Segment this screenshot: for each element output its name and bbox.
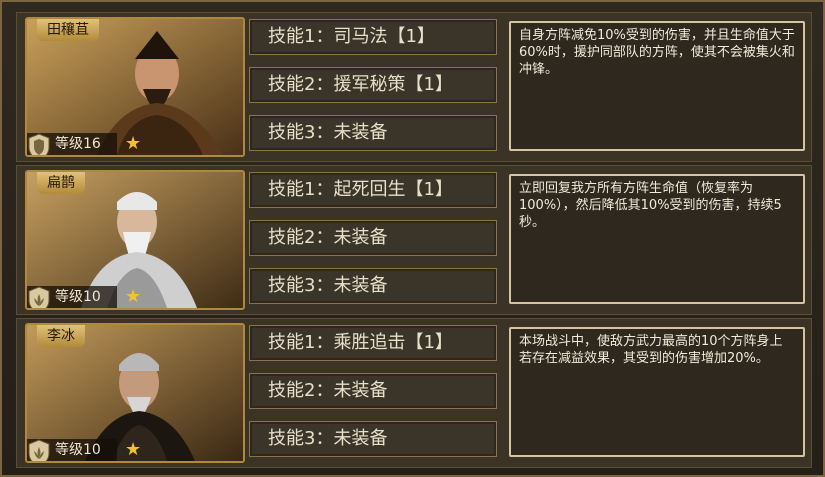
- hero-level-text: 等级10: [55, 289, 101, 305]
- hero-portrait-3[interactable]: 李冰 等级10 ★: [25, 323, 245, 463]
- hero-name: 李冰: [37, 325, 85, 347]
- lotus-emblem-icon: [28, 286, 50, 308]
- skill-description: 立即回复我方所有方阵生命值（恢复率为100%），然后降低其10%受到的伤害，持续…: [509, 174, 805, 304]
- hero-row-2[interactable]: 扁鹊 等级10 ★ 技能1：起死回生【1】 技能2：未装备 技能3：未装备 立即…: [16, 165, 812, 315]
- skill-slot-3[interactable]: 技能3：未装备: [249, 115, 497, 151]
- skill-description: 自身方阵减免10%受到的伤害，并且生命值大于60%时，援护同部队的方阵，使其不会…: [509, 21, 805, 151]
- skill-slot-3[interactable]: 技能3：未装备: [249, 421, 497, 457]
- star-icon: ★: [125, 439, 142, 460]
- hero-name: 田穰苴: [37, 19, 99, 41]
- skill-description: 本场战斗中，使敌方武力最高的10个方阵身上若存在减益效果，其受到的伤害增加20%…: [509, 327, 805, 457]
- skill-slot-2[interactable]: 技能2：未装备: [249, 373, 497, 409]
- hero-level-text: 等级10: [55, 442, 101, 458]
- skill-slot-1[interactable]: 技能1：乘胜追击【1】: [249, 325, 497, 361]
- hero-level-text: 等级16: [55, 136, 101, 152]
- lotus-emblem-icon: [28, 439, 50, 461]
- hero-portrait-2[interactable]: 扁鹊 等级10 ★: [25, 170, 245, 310]
- hero-row-1[interactable]: 田穰苴 等级16 ★ 技能1：司马法【1】 技能2：援军秘策【1】 技能3：未装…: [16, 12, 812, 162]
- skill-slot-1[interactable]: 技能1：起死回生【1】: [249, 172, 497, 208]
- hero-level: 等级16: [27, 133, 117, 155]
- hero-level: 等级10: [27, 286, 117, 308]
- hero-skills-panel: 田穰苴 等级16 ★ 技能1：司马法【1】 技能2：援军秘策【1】 技能3：未装…: [0, 0, 825, 477]
- skill-slot-1[interactable]: 技能1：司马法【1】: [249, 19, 497, 55]
- hero-level: 等级10: [27, 439, 117, 461]
- shield-icon: [28, 133, 50, 155]
- star-icon: ★: [125, 133, 142, 154]
- star-icon: ★: [125, 286, 142, 307]
- hero-name: 扁鹊: [37, 172, 85, 194]
- hero-portrait-1[interactable]: 田穰苴 等级16 ★: [25, 17, 245, 157]
- hero-row-3[interactable]: 李冰 等级10 ★ 技能1：乘胜追击【1】 技能2：未装备 技能3：未装备 本场…: [16, 318, 812, 468]
- skill-slot-2[interactable]: 技能2：未装备: [249, 220, 497, 256]
- skill-slot-2[interactable]: 技能2：援军秘策【1】: [249, 67, 497, 103]
- skill-slot-3[interactable]: 技能3：未装备: [249, 268, 497, 304]
